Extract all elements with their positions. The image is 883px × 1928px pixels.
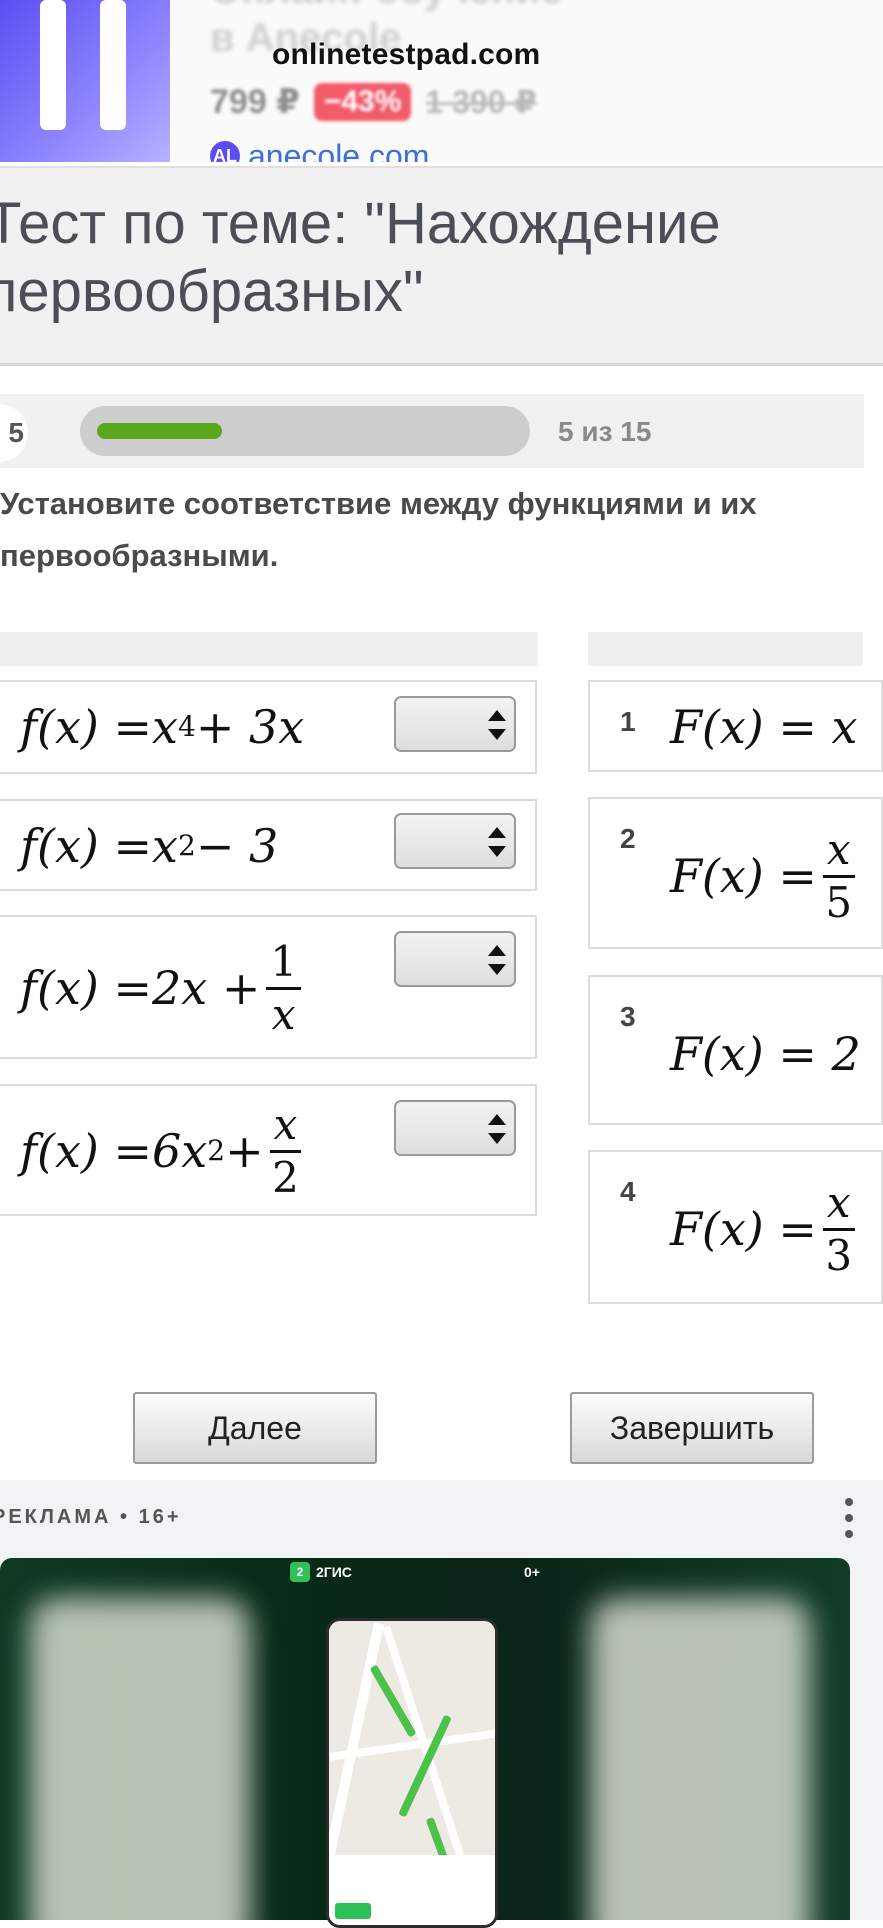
ad-phone-mockup xyxy=(326,1618,498,1928)
function-item: f(x) = x2 − 3 xyxy=(0,799,537,891)
match-select[interactable] xyxy=(394,813,516,869)
more-vertical-icon[interactable] xyxy=(842,1496,854,1540)
finish-button[interactable]: Завершить xyxy=(570,1392,814,1464)
antiderivative-formula: F(x) = x xyxy=(670,700,858,754)
progress-label: 5 из 15 xyxy=(558,416,652,447)
antiderivatives-column-header xyxy=(588,632,863,666)
match-select[interactable] xyxy=(394,931,516,987)
fraction: x2 xyxy=(269,1103,302,1199)
ad-brand-text: 2ГИС xyxy=(316,1564,352,1580)
ad-domain-text: anecole.com xyxy=(248,137,430,163)
question-text: Установите соответствие между функциями … xyxy=(0,486,757,573)
match-select[interactable] xyxy=(394,1100,516,1156)
ad-brand: 2 2ГИС xyxy=(290,1562,352,1582)
fraction: x3 xyxy=(822,1181,855,1277)
ad-discount-badge: −43% xyxy=(313,83,412,121)
function-item: f(x) = 2x + 1x xyxy=(0,915,537,1059)
fraction: x5 xyxy=(822,828,855,924)
function-formula: f(x) = x4 + 3x xyxy=(20,700,305,754)
antiderivative-number: 4 xyxy=(620,1176,636,1207)
match-select[interactable] xyxy=(394,696,516,752)
function-item: f(x) = x4 + 3x xyxy=(0,680,537,774)
antiderivative-number: 1 xyxy=(620,706,636,737)
antiderivative-formula: F(x) = 2 xyxy=(670,1027,861,1081)
antiderivative-formula: F(x) = x3 xyxy=(670,1174,855,1284)
select-arrows-icon xyxy=(488,825,506,859)
antiderivative-formula: F(x) = x5 xyxy=(670,821,855,931)
site-url: onlinetestpad.com xyxy=(272,38,541,71)
ad-domain-link[interactable]: AL anecole.com xyxy=(210,136,429,162)
ad-price-old: 1 390 ₽ xyxy=(425,84,537,120)
ad-label: РЕКЛАМА • 16+ xyxy=(0,1506,182,1528)
select-arrows-icon xyxy=(488,708,506,742)
antiderivative-item: 3 F(x) = 2 xyxy=(588,975,883,1125)
select-arrows-icon xyxy=(488,943,506,977)
function-formula: f(x) = 6x 2 + x2 xyxy=(20,1096,302,1206)
antiderivative-item: 1 F(x) = x xyxy=(588,680,883,772)
ad-price-new: 799 ₽ xyxy=(210,83,300,121)
anecole-logo-icon: AL xyxy=(210,141,240,162)
fraction: 1x xyxy=(266,940,302,1036)
ad-logo-image xyxy=(0,0,170,162)
page-title: Тест по теме: "Нахождение первообразных" xyxy=(0,191,721,324)
2gis-logo-icon: 2 xyxy=(290,1562,310,1582)
ad-price-row: 799 ₽ −43% 1 390 ₽ xyxy=(210,80,537,124)
top-ad-banner[interactable]: Онлайн-обучение в Anecole 799 ₽ −43% 1 3… xyxy=(0,0,883,162)
next-button[interactable]: Далее xyxy=(133,1392,377,1464)
antiderivative-item: 2 F(x) = x5 xyxy=(588,797,883,949)
function-formula: f(x) = x2 − 3 xyxy=(20,819,279,873)
antiderivative-number: 3 xyxy=(620,1001,636,1032)
ad-age-rating: 0+ xyxy=(524,1564,540,1580)
antiderivative-item: 4 F(x) = x3 xyxy=(588,1150,883,1304)
antiderivative-number: 2 xyxy=(620,823,636,854)
function-formula: f(x) = 2x + 1x xyxy=(20,931,302,1045)
select-arrows-icon xyxy=(488,1112,506,1146)
function-item: f(x) = 6x 2 + x2 xyxy=(0,1084,537,1216)
progress-fill xyxy=(97,423,222,439)
functions-column-header xyxy=(0,632,538,666)
